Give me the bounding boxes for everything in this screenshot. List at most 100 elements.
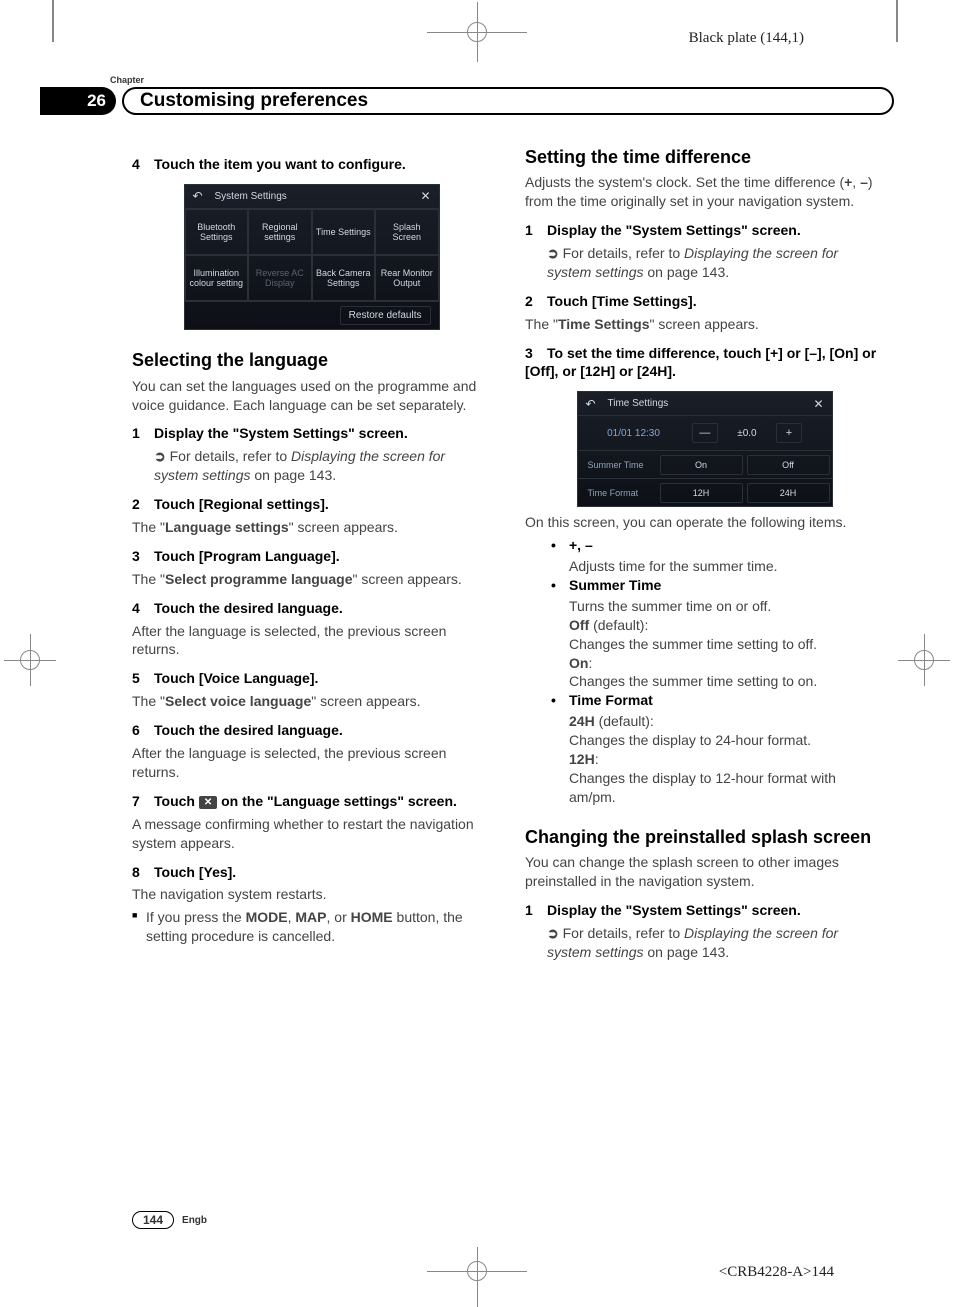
chapter-number: 26 — [40, 87, 116, 115]
option-bold: 24H — [569, 713, 595, 729]
step-text: Touch [Yes]. — [154, 864, 236, 880]
option-text: : — [588, 655, 592, 671]
ref-text: For details, refer to — [563, 245, 684, 261]
body-text: The " — [132, 519, 165, 535]
heading-time-difference: Setting the time difference — [525, 145, 884, 169]
option-body: Changes the display to 12-hour format wi… — [555, 769, 884, 807]
note-bold: HOME — [351, 909, 393, 925]
option-bold: Off — [569, 617, 589, 633]
ref-text: For details, refer to — [170, 448, 291, 464]
registration-mark-top — [417, 14, 537, 54]
row-label: Summer Time — [578, 459, 658, 471]
lang-intro: You can set the languages used on the pr… — [132, 377, 491, 415]
step-number: 3 — [525, 344, 547, 363]
body-bold: Select programme language — [165, 571, 353, 587]
step-number: 4 — [132, 599, 154, 618]
body-bold: Select voice language — [165, 693, 311, 709]
operate-text: On this screen, you can operate the foll… — [525, 513, 884, 532]
option-body: Changes the summer time setting to on. — [555, 672, 884, 691]
back-icon: ↶ — [578, 396, 604, 412]
step-text: Display the "System Settings" screen. — [547, 902, 801, 918]
note-text: , or — [327, 909, 351, 925]
black-plate-label: Black plate (144,1) — [689, 30, 804, 47]
step-text: Touch [Program Language]. — [154, 548, 340, 564]
option-text: (default): — [589, 617, 648, 633]
ss-cell: Back Camera Settings — [312, 255, 376, 301]
step-number: 6 — [132, 721, 154, 740]
step-text: Touch the item you want to configure. — [154, 156, 406, 172]
step-number: 1 — [525, 901, 547, 920]
intro-text: , — [852, 174, 860, 190]
step-text: Display the "System Settings" screen. — [154, 425, 408, 441]
body-text: " screen appears. — [353, 571, 462, 587]
page-footer: 144 Engb — [132, 1211, 207, 1229]
step-number: 4 — [132, 155, 154, 174]
arrow-icon: ➲ — [547, 245, 563, 261]
document-code: <CRB4228-A>144 — [719, 1264, 834, 1281]
restore-defaults: Restore defaults — [340, 306, 431, 326]
ss-cell: Illumination colour setting — [185, 255, 249, 301]
step-text: Touch [Regional settings]. — [154, 496, 329, 512]
ss-cell: Regional settings — [248, 209, 312, 255]
splash-intro: You can change the splash screen to othe… — [525, 853, 884, 891]
offset-value: ±0.0 — [724, 427, 770, 441]
step-number: 1 — [525, 221, 547, 240]
step-number: 2 — [132, 495, 154, 514]
ss-cell: Time Settings — [312, 209, 376, 255]
right-column: Setting the time difference Adjusts the … — [525, 145, 884, 965]
note-bold: MAP — [295, 909, 326, 925]
screenshot-title: Time Settings — [604, 397, 806, 411]
registration-mark-bottom — [417, 1253, 537, 1293]
off-button: Off — [747, 455, 830, 475]
option-body: Changes the summer time setting to off. — [555, 635, 884, 654]
option-bold: On — [569, 655, 588, 671]
step-text: on the "Language settings" screen. — [221, 793, 457, 809]
on-button: On — [660, 455, 743, 475]
minus-button: — — [692, 423, 718, 443]
arrow-icon: ➲ — [154, 448, 170, 464]
step-text: Touch [Voice Language]. — [154, 670, 318, 686]
datetime-value: 01/01 12:30 — [607, 427, 660, 441]
body-text: " screen appears. — [289, 519, 398, 535]
system-settings-screenshot: ↶ System Settings ✕ Bluetooth Settings R… — [184, 184, 440, 331]
step-text: Touch [Time Settings]. — [547, 293, 697, 309]
12h-button: 12H — [660, 483, 743, 503]
body-text: The " — [132, 571, 165, 587]
bullet-body: Adjusts time for the summer time. — [555, 557, 884, 576]
step-number: 5 — [132, 669, 154, 688]
step-number: 1 — [132, 424, 154, 443]
arrow-icon: ➲ — [547, 925, 563, 941]
option-text: : — [595, 751, 599, 767]
body-text: " screen appears. — [311, 693, 420, 709]
bullet-title: Summer Time — [569, 577, 661, 593]
registration-mark-left — [10, 640, 50, 680]
step-text: Touch — [154, 793, 199, 809]
heading-splash-screen: Changing the preinstalled splash screen — [525, 825, 884, 849]
row-label: Time Format — [578, 487, 658, 499]
step-text: To set the time difference, touch [+] or… — [525, 345, 876, 380]
step-text: Touch the desired language. — [154, 600, 343, 616]
body-text: The navigation system restarts. — [132, 885, 491, 904]
step-number: 2 — [525, 292, 547, 311]
chapter-title: Customising preferences — [122, 87, 894, 115]
plus-button: + — [776, 423, 802, 443]
body-text: A message confirming whether to restart … — [132, 815, 491, 853]
time-settings-screenshot: ↶ Time Settings ✕ 01/01 12:30 — ±0.0 + S… — [577, 391, 833, 507]
option-text: (default): — [595, 713, 654, 729]
body-text: After the language is selected, the prev… — [132, 744, 491, 782]
step-number: 8 — [132, 863, 154, 882]
registration-mark-right — [904, 640, 944, 680]
step-text: Display the "System Settings" screen. — [547, 222, 801, 238]
24h-button: 24H — [747, 483, 830, 503]
chapter-label: Chapter — [56, 75, 894, 85]
body-text: The " — [132, 693, 165, 709]
body-text: After the language is selected, the prev… — [132, 622, 491, 660]
ref-text: For details, refer to — [563, 925, 684, 941]
back-icon: ↶ — [185, 188, 211, 204]
step-text: Touch the desired language. — [154, 722, 343, 738]
intro-text: Adjusts the system's clock. Set the time… — [525, 174, 844, 190]
ss-cell: Rear Monitor Output — [375, 255, 439, 301]
screenshot-title: System Settings — [211, 190, 413, 204]
ref-suffix: on page 143. — [643, 264, 729, 280]
step-number: 7 — [132, 792, 154, 811]
